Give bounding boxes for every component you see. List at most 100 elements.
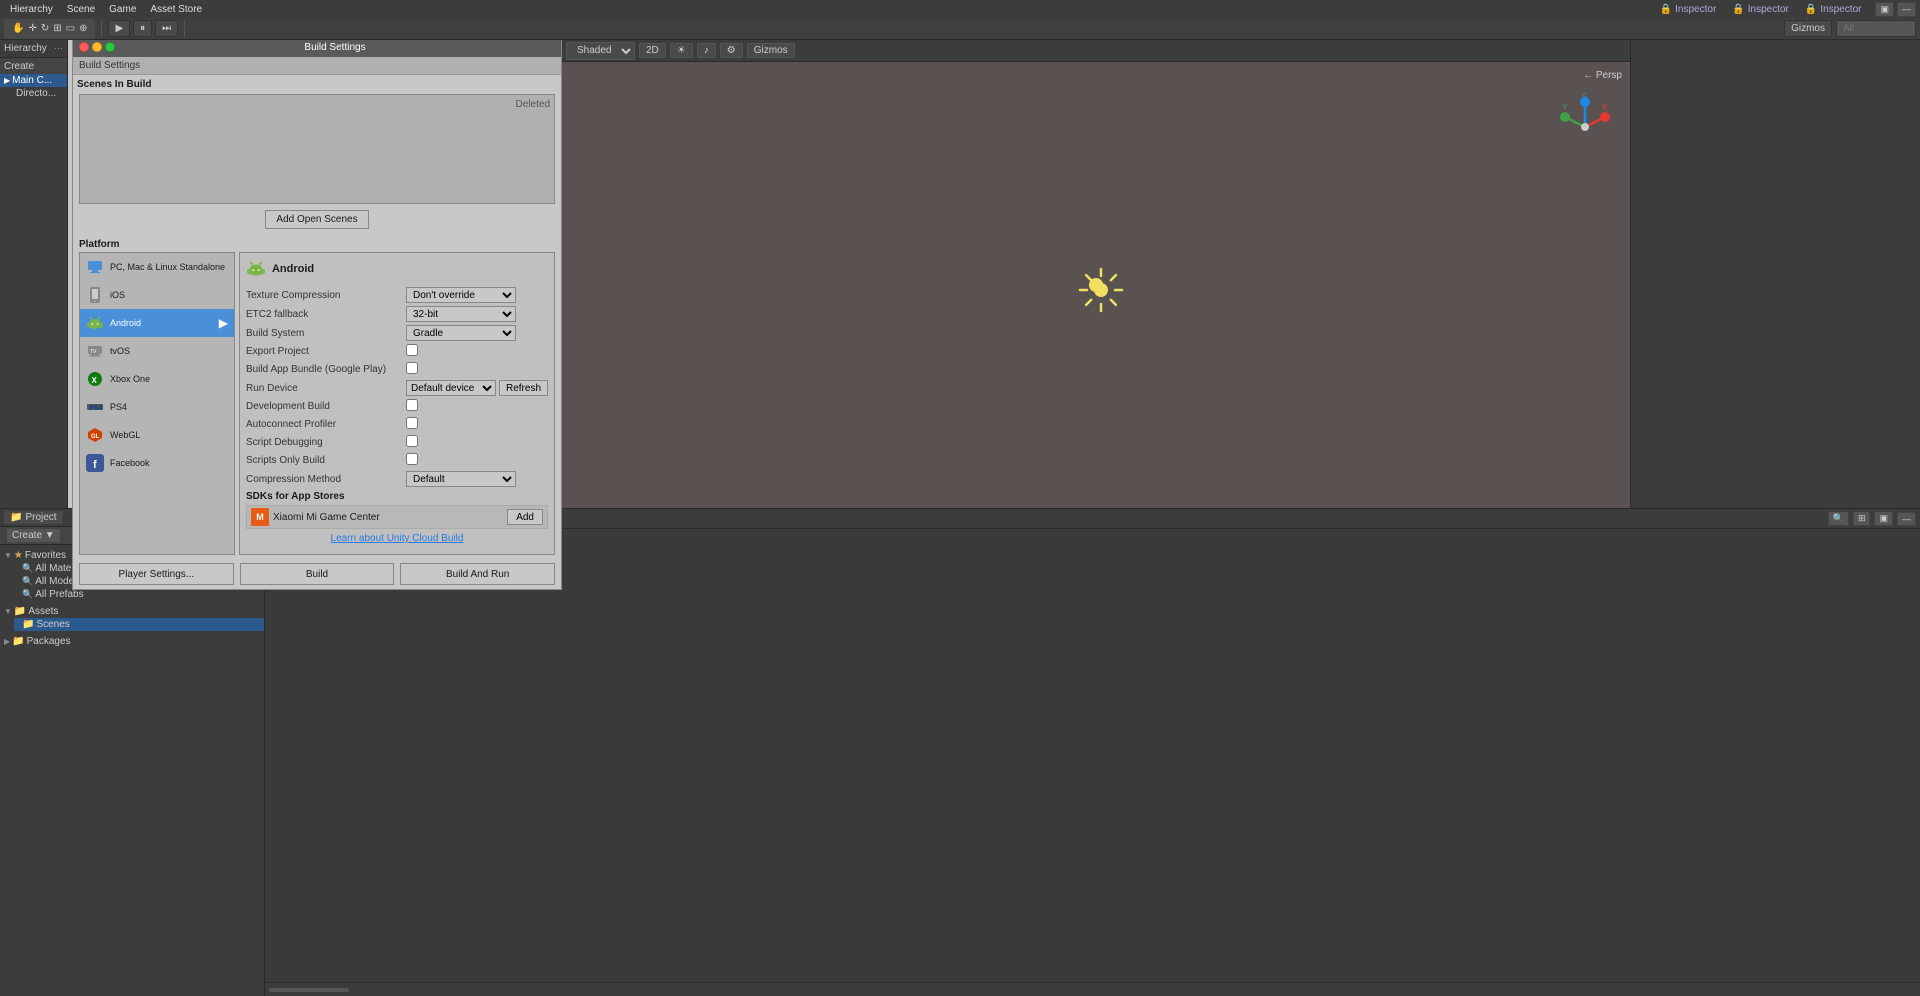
assets-filter-btn[interactable]: ⊞ (1853, 511, 1871, 526)
etc2-fallback-select[interactable]: 32-bit (406, 306, 516, 322)
gizmos-btn[interactable]: Gizmos (1784, 20, 1832, 37)
scene-toolbar: Shaded 2D ☀ ♪ ⚙ Gizmos (562, 40, 1630, 62)
texture-compression-select[interactable]: Don't override (406, 287, 516, 303)
build-and-run-btn[interactable]: Build And Run (400, 563, 555, 585)
step-btn[interactable]: ⏭ (155, 20, 178, 37)
shading-mode-select[interactable]: Shaded (566, 42, 635, 60)
refresh-btn[interactable]: Refresh (499, 380, 548, 396)
texture-compression-control: Don't override (406, 287, 548, 303)
panel-btn-2[interactable]: — (1897, 2, 1916, 17)
rect-tool[interactable]: ▭ (66, 23, 75, 34)
autoconnect-control (406, 417, 548, 432)
lighting-btn[interactable]: ☀ (670, 43, 693, 58)
assets-view-btn[interactable]: ▣ (1874, 511, 1893, 526)
build-system-control: Gradle (406, 325, 548, 341)
platform-item-ps4[interactable]: PS4 PS4 (80, 393, 234, 421)
gizmos-search[interactable] (1836, 20, 1916, 37)
sdk-add-btn[interactable]: Add (507, 509, 543, 525)
gizmo-widget: X Y Z (1550, 92, 1620, 162)
platform-ps4-label: PS4 (110, 402, 127, 412)
dev-build-row: Development Build (246, 399, 548, 414)
scripts-only-label: Scripts Only Build (246, 455, 406, 466)
minimize-btn[interactable] (92, 42, 102, 52)
hierarchy-item-directional[interactable]: Directo... (0, 87, 67, 100)
audio-btn[interactable]: ♪ (697, 43, 716, 58)
platform-item-pc[interactable]: PC, Mac & Linux Standalone (80, 253, 234, 281)
dialog-header-bar: Build Settings (73, 57, 561, 75)
player-settings-btn[interactable]: Player Settings... (79, 563, 234, 585)
2d-mode-btn[interactable]: 2D (639, 43, 666, 58)
autoconnect-checkbox[interactable] (406, 417, 418, 429)
android-settings-title: Android (272, 263, 314, 275)
transform-tool[interactable]: ⊕ (79, 23, 87, 34)
all-prefabs-label: All Prefabs (35, 589, 83, 600)
platform-item-ios[interactable]: iOS (80, 281, 234, 309)
hierarchy-create[interactable]: Create (0, 58, 67, 74)
close-btn[interactable] (79, 42, 89, 52)
effects-btn[interactable]: ⚙ (720, 43, 743, 58)
packages-folder-icon: 📁 (12, 636, 24, 647)
hierarchy-item-samplescene[interactable]: ▶ Main C... (0, 74, 67, 87)
pause-btn[interactable]: ⏸ (133, 20, 152, 37)
build-system-row: Build System Gradle (246, 325, 548, 341)
build-settings-dialog: Build Settings Build Settings Scenes In … (72, 36, 562, 590)
tree-packages[interactable]: ▶ 📁 Packages (0, 635, 264, 648)
menu-item-scene[interactable]: Scene (61, 0, 101, 18)
hand-tool[interactable]: ✋ (12, 23, 24, 34)
build-app-bundle-checkbox[interactable] (406, 362, 418, 374)
menu-inspector-3[interactable]: 🔒 Inspector (1799, 0, 1868, 18)
scripts-only-checkbox[interactable] (406, 453, 418, 465)
tree-scenes[interactable]: 📁 Scenes (14, 618, 264, 631)
assets-collapse-btn[interactable]: — (1897, 512, 1916, 526)
platform-item-xbox[interactable]: X Xbox One (80, 365, 234, 393)
maximize-btn[interactable] (105, 42, 115, 52)
hierarchy-title: Hierarchy (4, 43, 47, 54)
export-project-checkbox[interactable] (406, 344, 418, 356)
svg-text:f: f (93, 459, 97, 471)
build-system-select[interactable]: Gradle (406, 325, 516, 341)
menu-inspector-1[interactable]: 🔒 Inspector (1654, 0, 1723, 18)
build-btn[interactable]: Build (240, 563, 395, 585)
svg-text:TV: TV (90, 349, 97, 355)
project-create-btn[interactable]: Create ▼ (6, 528, 61, 543)
assets-scroll-bar[interactable] (265, 982, 1920, 996)
platform-item-facebook[interactable]: f Facebook (80, 449, 234, 477)
gizmo-svg: X Y Z (1550, 92, 1620, 162)
build-app-bundle-label: Build App Bundle (Google Play) (246, 364, 406, 375)
platform-item-tvos[interactable]: TV tvOS (80, 337, 234, 365)
menu-item-game[interactable]: Game (103, 0, 142, 18)
menu-item-hierarchy[interactable]: Hierarchy (4, 0, 59, 18)
export-project-row: Export Project (246, 344, 548, 359)
assets-label: Assets (28, 606, 58, 617)
platform-item-webgl[interactable]: GL WebGL (80, 421, 234, 449)
inspector-panel: 🔒 Inspector ▣ — (1630, 0, 1920, 508)
dialog-settings-label: Build Settings (79, 60, 140, 71)
move-tool[interactable]: ✛ (28, 23, 36, 34)
texture-compression-row: Texture Compression Don't override (246, 287, 548, 303)
gizmos-section: Gizmos (1784, 20, 1916, 37)
assets-search-toggle[interactable]: 🔍 (1828, 511, 1849, 526)
dev-build-checkbox[interactable] (406, 399, 418, 411)
android-header-icon (246, 259, 266, 279)
project-tab[interactable]: 📁 Project (4, 511, 63, 524)
menu-item-asset-store[interactable]: Asset Store (144, 0, 208, 18)
menu-inspector-2[interactable]: 🔒 Inspector (1726, 0, 1795, 18)
xiaomi-icon: M (251, 508, 269, 526)
add-open-scenes-btn[interactable]: Add Open Scenes (265, 210, 368, 229)
platform-item-android[interactable]: Android ▶ (80, 309, 234, 337)
rotate-tool[interactable]: ↻ (41, 23, 49, 34)
panel-btn-1[interactable]: ▣ (1875, 2, 1894, 17)
play-controls: ▶ ⏸ ⏭ (108, 20, 178, 37)
play-btn[interactable]: ▶ (108, 20, 130, 37)
run-device-select[interactable]: Default device (406, 380, 496, 396)
tree-assets[interactable]: ▼ 📁 Assets (0, 605, 264, 618)
script-debug-checkbox[interactable] (406, 435, 418, 447)
platform-android-label: Android (110, 318, 141, 328)
export-project-label: Export Project (246, 346, 406, 357)
scene-gizmos-btn[interactable]: Gizmos (747, 43, 795, 58)
scale-tool[interactable]: ⊞ (53, 23, 61, 34)
cloud-build-link[interactable]: Learn about Unity Cloud Build (246, 533, 548, 544)
export-project-control (406, 344, 548, 359)
compression-method-select[interactable]: Default (406, 471, 516, 487)
toolbar-tools: ✋ ✛ ↻ ⊞ ▭ ⊕ (4, 19, 95, 39)
